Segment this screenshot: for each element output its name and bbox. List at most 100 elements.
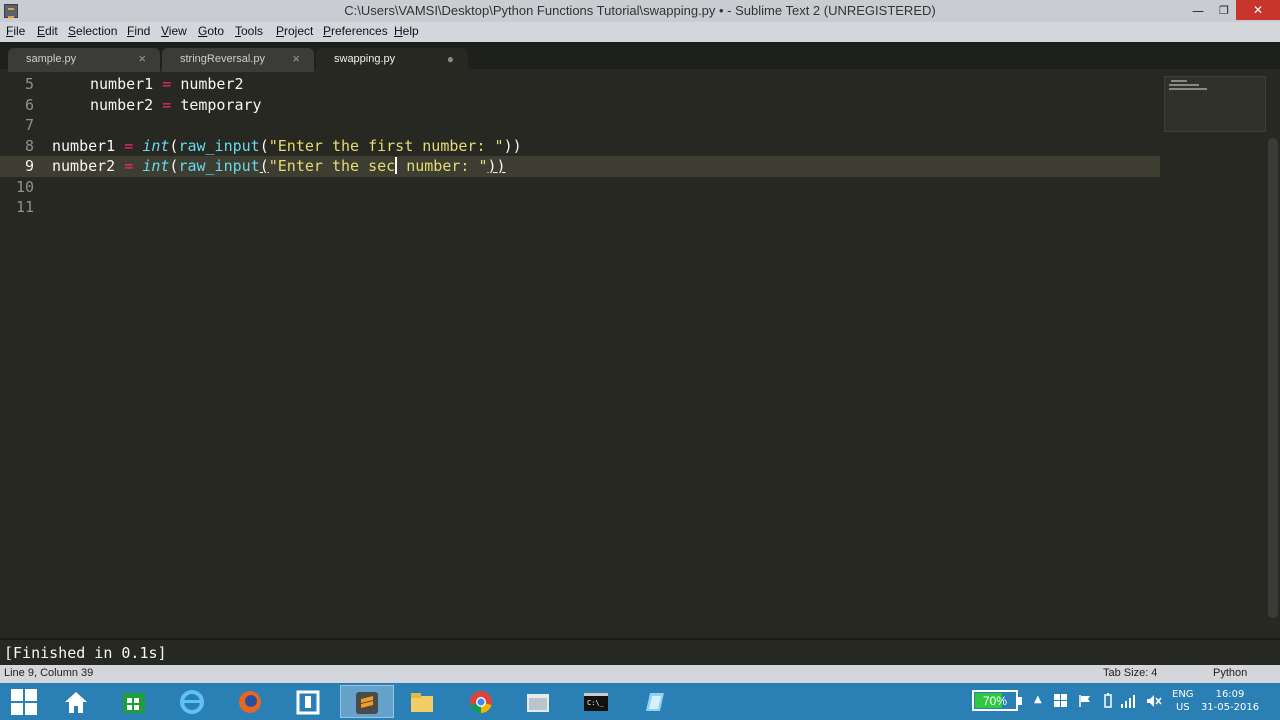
taskbar-store[interactable]: [108, 685, 162, 718]
taskbar-internet-explorer[interactable]: [166, 685, 220, 718]
menu-help[interactable]: Help: [394, 24, 419, 38]
windows-flag-icon[interactable]: [1054, 694, 1068, 708]
battery-indicator[interactable]: 70%: [972, 690, 1022, 711]
command-prompt-icon: C:\_: [584, 693, 608, 711]
minimap-line: [1171, 80, 1187, 82]
taskbar-chrome[interactable]: [455, 685, 509, 718]
notepad-icon: [646, 693, 664, 711]
paren: )): [487, 157, 506, 175]
clock-date: 31-05-2016: [1200, 702, 1260, 713]
minimap[interactable]: [1164, 76, 1266, 132]
minimap-line: [1169, 84, 1199, 86]
menu-tools[interactable]: Tools: [235, 24, 263, 38]
tab-close-icon[interactable]: ×: [292, 51, 300, 66]
menu-selection[interactable]: Selection: [68, 24, 117, 38]
menu-bar: File Edit Selection Find View Goto Tools…: [0, 22, 1280, 42]
tray-up-arrow-icon[interactable]: ▲: [1034, 694, 1042, 705]
folder-icon: [411, 693, 433, 712]
start-button[interactable]: [0, 685, 54, 718]
syntax-selector[interactable]: Python: [1213, 667, 1247, 679]
code-line: number2 = temporary: [90, 96, 262, 114]
menu-preferences[interactable]: Preferences: [323, 24, 388, 38]
taskbar-app[interactable]: [282, 685, 336, 718]
string-literal: "Enter the first number: ": [268, 137, 504, 155]
paren-matched: (: [259, 157, 269, 175]
build-output-panel: [Finished in 0.1s]: [0, 638, 1280, 665]
line-number: 8: [24, 137, 34, 155]
power-plug-icon[interactable]: [1102, 693, 1114, 709]
taskbar-folder[interactable]: [512, 685, 566, 718]
store-icon: [123, 693, 145, 713]
line-number: 9: [24, 157, 34, 175]
status-bar: Line 9, Column 39 Tab Size: 4 Python: [0, 665, 1280, 683]
window-title: C:\Users\VAMSI\Desktop\Python Functions …: [344, 3, 936, 18]
tab-close-icon[interactable]: ×: [138, 51, 146, 66]
operator: =: [124, 137, 134, 155]
tab-label: swapping.py: [334, 53, 396, 65]
minimize-button[interactable]: —: [1184, 0, 1212, 22]
close-button[interactable]: ✕: [1236, 0, 1280, 20]
menu-goto[interactable]: Goto: [198, 24, 224, 38]
taskbar-firefox[interactable]: [224, 685, 278, 718]
internet-explorer-icon: [180, 690, 204, 714]
tab-label: sample.py: [26, 53, 77, 65]
language-code: ENG: [1172, 689, 1194, 700]
system-clock[interactable]: 16:09 31-05-2016: [1198, 688, 1262, 714]
line-number: 7: [24, 116, 34, 134]
editor-area[interactable]: 5 6 7 8 9 10 11 number1 = number2 number…: [0, 72, 1280, 638]
speaker-muted-icon[interactable]: [1146, 693, 1162, 709]
home-icon: [65, 692, 87, 713]
sublime-text-icon: [356, 692, 378, 714]
taskbar-sublime-text[interactable]: [340, 685, 394, 718]
tab-swapping-py[interactable]: swapping.py ●: [316, 48, 468, 72]
tab-size-selector[interactable]: Tab Size: 4: [1103, 667, 1157, 679]
taskbar-file-explorer[interactable]: [396, 685, 450, 718]
code-line: number1 = number2: [90, 75, 244, 93]
line-number-gutter: 5 6 7 8 9 10 11: [0, 72, 42, 638]
minimap-line: [1169, 88, 1207, 90]
firefox-icon: [239, 691, 261, 713]
code-line-current: number2 = int(raw_input("Enter the sec n…: [52, 157, 506, 175]
taskbar-app-blue[interactable]: [628, 685, 682, 718]
folder-icon: [527, 694, 549, 712]
menu-file[interactable]: File: [6, 24, 25, 38]
flag-icon[interactable]: [1078, 694, 1092, 708]
operator: =: [162, 96, 172, 114]
operator: =: [162, 75, 172, 93]
code-line: number1 = int(raw_input("Enter the first…: [52, 137, 522, 155]
windows-taskbar: C:\_ 70% ▲ ENG US 16:09 31-05-2016: [0, 683, 1280, 720]
menu-view[interactable]: View: [161, 24, 187, 38]
builtin-function: int: [142, 137, 170, 155]
paren: )): [503, 137, 522, 155]
taskbar-home[interactable]: [50, 685, 104, 718]
taskbar-command-prompt[interactable]: C:\_: [570, 685, 624, 718]
line-number: 5: [24, 75, 34, 93]
identifier: number1: [90, 75, 154, 93]
tab-dirty-icon[interactable]: ●: [447, 52, 454, 66]
menu-edit[interactable]: Edit: [37, 24, 58, 38]
svg-text:C:\_: C:\_: [587, 699, 605, 707]
line-number: 10: [15, 178, 34, 196]
language-indicator[interactable]: ENG US: [1172, 688, 1194, 714]
line-number: 6: [24, 96, 34, 114]
build-output-text: [Finished in 0.1s]: [4, 644, 167, 662]
tab-stringreversal-py[interactable]: stringReversal.py ×: [162, 48, 314, 72]
tab-sample-py[interactable]: sample.py ×: [8, 48, 160, 72]
cursor-position: Line 9, Column 39: [4, 667, 94, 679]
identifier: number2: [180, 75, 244, 93]
vertical-scrollbar[interactable]: [1268, 138, 1278, 618]
battery-percent: 70%: [982, 694, 1008, 708]
builtin-function: int: [142, 157, 170, 175]
identifier: number2: [90, 96, 154, 114]
tab-bar: sample.py × stringReversal.py × swapping…: [0, 42, 1280, 72]
maximize-button[interactable]: ❐: [1210, 0, 1238, 22]
identifier: number2: [52, 157, 116, 175]
paren: (: [259, 137, 269, 155]
chrome-icon: [470, 691, 492, 713]
string-literal: number: ": [397, 157, 488, 175]
menu-find[interactable]: Find: [127, 24, 150, 38]
line-number: 11: [15, 198, 34, 216]
tab-label: stringReversal.py: [180, 53, 265, 65]
menu-project[interactable]: Project: [276, 24, 313, 38]
signal-strength-icon[interactable]: [1120, 693, 1136, 709]
